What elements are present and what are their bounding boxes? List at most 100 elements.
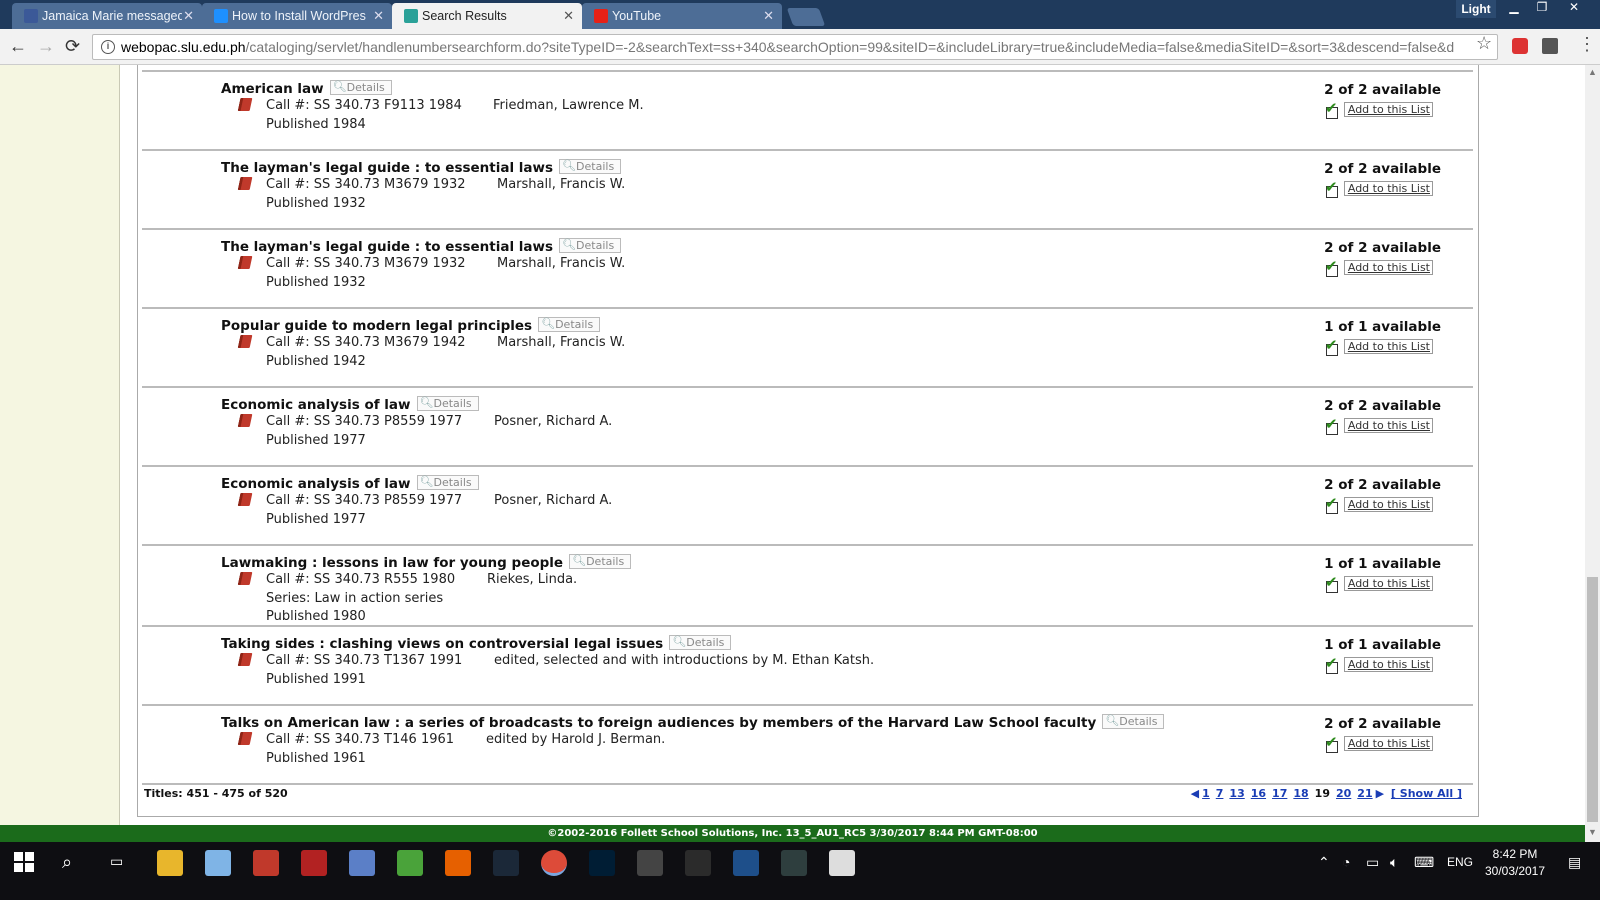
add-to-list-button[interactable]: Add to this List bbox=[1343, 576, 1433, 591]
app-frame-icon[interactable] bbox=[685, 850, 711, 876]
title-text[interactable]: The layman's legal guide : to essential … bbox=[221, 239, 553, 255]
title-text[interactable]: American law bbox=[221, 81, 324, 97]
window-close-icon[interactable]: ✕ bbox=[1560, 0, 1588, 18]
new-tab-button[interactable] bbox=[786, 8, 826, 26]
details-button[interactable]: 🔍︎ Details bbox=[1102, 714, 1165, 729]
tab-facebook[interactable]: Jamaica Marie messaged ✕ bbox=[12, 3, 202, 29]
url-input[interactable]: i webopac.slu.edu.ph/cataloging/servlet/… bbox=[92, 34, 1498, 60]
checklist-icon[interactable] bbox=[1324, 415, 1338, 435]
checklist-icon[interactable] bbox=[1324, 733, 1338, 753]
nox-icon[interactable] bbox=[781, 850, 807, 876]
details-button[interactable]: 🔍︎ Details bbox=[329, 80, 392, 95]
result-title[interactable]: Taking sides : clashing views on controv… bbox=[221, 635, 732, 652]
app-red2-icon[interactable] bbox=[301, 850, 327, 876]
windows-start-icon[interactable] bbox=[14, 852, 34, 872]
add-to-list-button[interactable]: Add to this List bbox=[1343, 736, 1433, 751]
result-title[interactable]: Popular guide to modern legal principles… bbox=[221, 317, 601, 334]
scrollbar[interactable]: ▲ ▼ bbox=[1585, 65, 1600, 842]
title-text[interactable]: Taking sides : clashing views on controv… bbox=[221, 636, 663, 652]
forward-icon[interactable]: → bbox=[37, 36, 55, 57]
checklist-icon[interactable] bbox=[1324, 336, 1338, 356]
page-link[interactable]: 18 bbox=[1293, 787, 1308, 800]
add-to-list-button[interactable]: Add to this List bbox=[1343, 181, 1433, 196]
checklist-icon[interactable] bbox=[1324, 573, 1338, 593]
scroll-thumb[interactable] bbox=[1587, 577, 1598, 822]
result-title[interactable]: The layman's legal guide : to essential … bbox=[221, 159, 622, 176]
photoshop-icon[interactable] bbox=[589, 850, 615, 876]
title-text[interactable]: Economic analysis of law bbox=[221, 397, 411, 413]
result-title[interactable]: Lawmaking : lessons in law for young peo… bbox=[221, 554, 632, 571]
result-title[interactable]: Economic analysis of law 🔍︎ Details bbox=[221, 396, 479, 413]
close-icon[interactable]: ✕ bbox=[183, 8, 194, 24]
page-link[interactable]: 17 bbox=[1272, 787, 1287, 800]
add-to-list-button[interactable]: Add to this List bbox=[1343, 339, 1433, 354]
page-link[interactable]: 20 bbox=[1336, 787, 1351, 800]
tab-wordpress[interactable]: How to Install WordPres ✕ bbox=[202, 3, 392, 29]
scroll-up-icon[interactable]: ▲ bbox=[1588, 67, 1597, 77]
details-button[interactable]: 🔍︎ Details bbox=[669, 635, 732, 650]
action-center-icon[interactable]: ▤ bbox=[1568, 854, 1581, 871]
details-button[interactable]: 🔍︎ Details bbox=[416, 396, 479, 411]
next-page-icon[interactable]: ▶ bbox=[1376, 787, 1384, 800]
title-text[interactable]: Lawmaking : lessons in law for young peo… bbox=[221, 555, 563, 571]
search-icon[interactable]: ⌕ bbox=[62, 852, 72, 873]
checklist-icon[interactable] bbox=[1324, 99, 1338, 119]
clock[interactable]: 8:42 PM 30/03/2017 bbox=[1480, 846, 1550, 880]
close-icon[interactable]: ✕ bbox=[763, 8, 774, 24]
volume-icon[interactable]: 🔈︎ bbox=[1390, 854, 1398, 871]
add-to-list-button[interactable]: Add to this List bbox=[1343, 260, 1433, 275]
back-icon[interactable]: ← bbox=[9, 36, 27, 57]
chrome-icon[interactable] bbox=[541, 850, 567, 876]
page-link[interactable]: 13 bbox=[1229, 787, 1244, 800]
app-blue-icon[interactable] bbox=[349, 850, 375, 876]
profile-button[interactable]: Light bbox=[1456, 0, 1496, 18]
title-text[interactable]: The layman's legal guide : to essential … bbox=[221, 160, 553, 176]
battery-icon[interactable]: ▭ bbox=[1366, 854, 1379, 871]
minimize-icon[interactable]: ▁ bbox=[1500, 0, 1528, 18]
details-button[interactable]: 🔍︎ Details bbox=[559, 159, 622, 174]
close-icon[interactable]: ✕ bbox=[563, 8, 574, 24]
details-button[interactable]: 🔍︎ Details bbox=[569, 554, 632, 569]
app-grid-icon[interactable] bbox=[733, 850, 759, 876]
close-icon[interactable]: ✕ bbox=[373, 8, 384, 24]
show-all-link[interactable]: [ Show All ] bbox=[1391, 787, 1462, 800]
page-link[interactable]: 7 bbox=[1216, 787, 1224, 800]
app-red-icon[interactable] bbox=[253, 850, 279, 876]
page-link[interactable]: 16 bbox=[1251, 787, 1266, 800]
extension-icon[interactable] bbox=[1512, 38, 1528, 54]
network-icon[interactable]: ◔ bbox=[1342, 854, 1350, 870]
page-link[interactable]: 1 bbox=[1202, 787, 1210, 800]
scroll-down-icon[interactable]: ▼ bbox=[1588, 827, 1597, 837]
add-to-list-button[interactable]: Add to this List bbox=[1343, 497, 1433, 512]
reload-icon[interactable]: ⟳ bbox=[65, 36, 80, 57]
tab-youtube[interactable]: YouTube ✕ bbox=[582, 3, 782, 29]
checklist-icon[interactable] bbox=[1324, 178, 1338, 198]
keyboard-icon[interactable]: ⌨ bbox=[1414, 854, 1434, 871]
menu-icon[interactable]: ⋮ bbox=[1578, 34, 1596, 55]
result-title[interactable]: The layman's legal guide : to essential … bbox=[221, 238, 622, 255]
steam-icon[interactable] bbox=[493, 850, 519, 876]
checklist-icon[interactable] bbox=[1324, 654, 1338, 674]
page-link[interactable]: 21 bbox=[1357, 787, 1372, 800]
prev-page-icon[interactable]: ◀ bbox=[1191, 787, 1199, 800]
file-explorer-icon[interactable] bbox=[157, 850, 183, 876]
restore-icon[interactable]: ❐ bbox=[1528, 0, 1556, 18]
title-text[interactable]: Economic analysis of law bbox=[221, 476, 411, 492]
obs-icon[interactable] bbox=[637, 850, 663, 876]
result-title[interactable]: American law 🔍︎ Details bbox=[221, 80, 392, 97]
task-view-icon[interactable]: ▭ bbox=[110, 853, 123, 870]
3d-builder-icon[interactable] bbox=[205, 850, 231, 876]
result-title[interactable]: Economic analysis of law 🔍︎ Details bbox=[221, 475, 479, 492]
extension2-icon[interactable] bbox=[1542, 38, 1558, 54]
details-button[interactable]: 🔍︎ Details bbox=[416, 475, 479, 490]
utorrent-icon[interactable] bbox=[397, 850, 423, 876]
title-text[interactable]: Talks on American law : a series of broa… bbox=[221, 715, 1096, 731]
checklist-icon[interactable] bbox=[1324, 257, 1338, 277]
firefox-icon[interactable] bbox=[445, 850, 471, 876]
tray-chevron-icon[interactable]: ⌃ bbox=[1318, 854, 1330, 871]
bookmark-star-icon[interactable]: ☆ bbox=[1476, 33, 1492, 54]
language-indicator[interactable]: ENG bbox=[1447, 855, 1473, 869]
add-to-list-button[interactable]: Add to this List bbox=[1343, 418, 1433, 433]
tab-search-results[interactable]: Search Results ✕ bbox=[392, 3, 582, 29]
photos-icon[interactable] bbox=[829, 850, 855, 876]
